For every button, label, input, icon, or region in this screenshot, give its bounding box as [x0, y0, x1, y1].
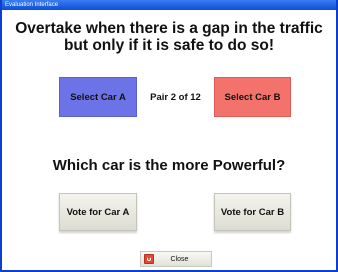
vote-car-b-button[interactable]: Vote for Car B	[214, 193, 291, 231]
instruction-text: Overtake when there is a gap in the traf…	[2, 20, 336, 54]
pair-counter: Pair 2 of 12	[150, 91, 201, 103]
window-title: Evaluation Interface	[2, 0, 336, 10]
select-car-a-button[interactable]: Select Car A	[59, 77, 137, 117]
vote-car-a-button[interactable]: Vote for Car A	[59, 193, 137, 231]
close-label: Close	[170, 255, 189, 263]
close-button[interactable]: Close	[140, 251, 212, 267]
instruction-line-2: but only if it is safe to do so!	[63, 37, 275, 54]
select-car-b-button[interactable]: Select Car B	[214, 77, 291, 117]
close-icon	[144, 254, 154, 264]
question-text: Which car is the more Powerful?	[52, 157, 286, 174]
instruction-line-1: Overtake when there is a gap in the traf…	[15, 20, 323, 37]
evaluation-window: Evaluation Interface Overtake when there…	[0, 0, 338, 272]
